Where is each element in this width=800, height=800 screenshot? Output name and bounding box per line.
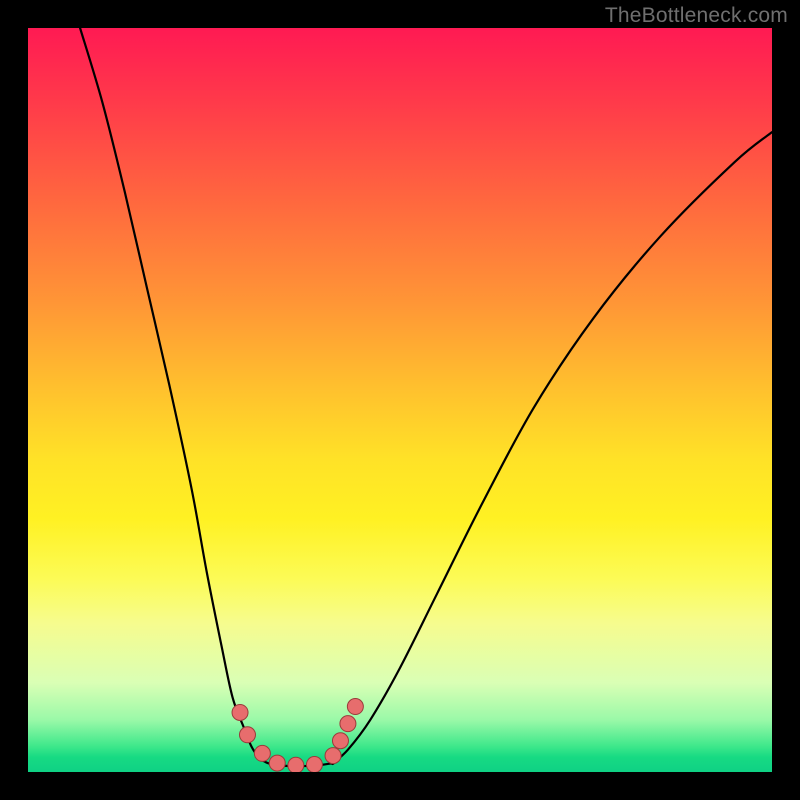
chart-svg xyxy=(28,28,772,772)
bottleneck-curve xyxy=(80,28,772,766)
chart-frame: TheBottleneck.com xyxy=(0,0,800,800)
data-marker xyxy=(332,733,348,749)
data-marker xyxy=(340,716,356,732)
curve-group xyxy=(80,28,772,766)
data-marker xyxy=(325,748,341,764)
data-marker xyxy=(254,745,270,761)
data-marker xyxy=(347,699,363,715)
plot-area xyxy=(28,28,772,772)
data-marker xyxy=(239,727,255,743)
data-marker xyxy=(306,757,322,772)
watermark-text: TheBottleneck.com xyxy=(605,4,788,28)
data-marker xyxy=(269,755,285,771)
marker-group xyxy=(232,699,363,772)
data-marker xyxy=(232,704,248,720)
data-marker xyxy=(288,757,304,772)
